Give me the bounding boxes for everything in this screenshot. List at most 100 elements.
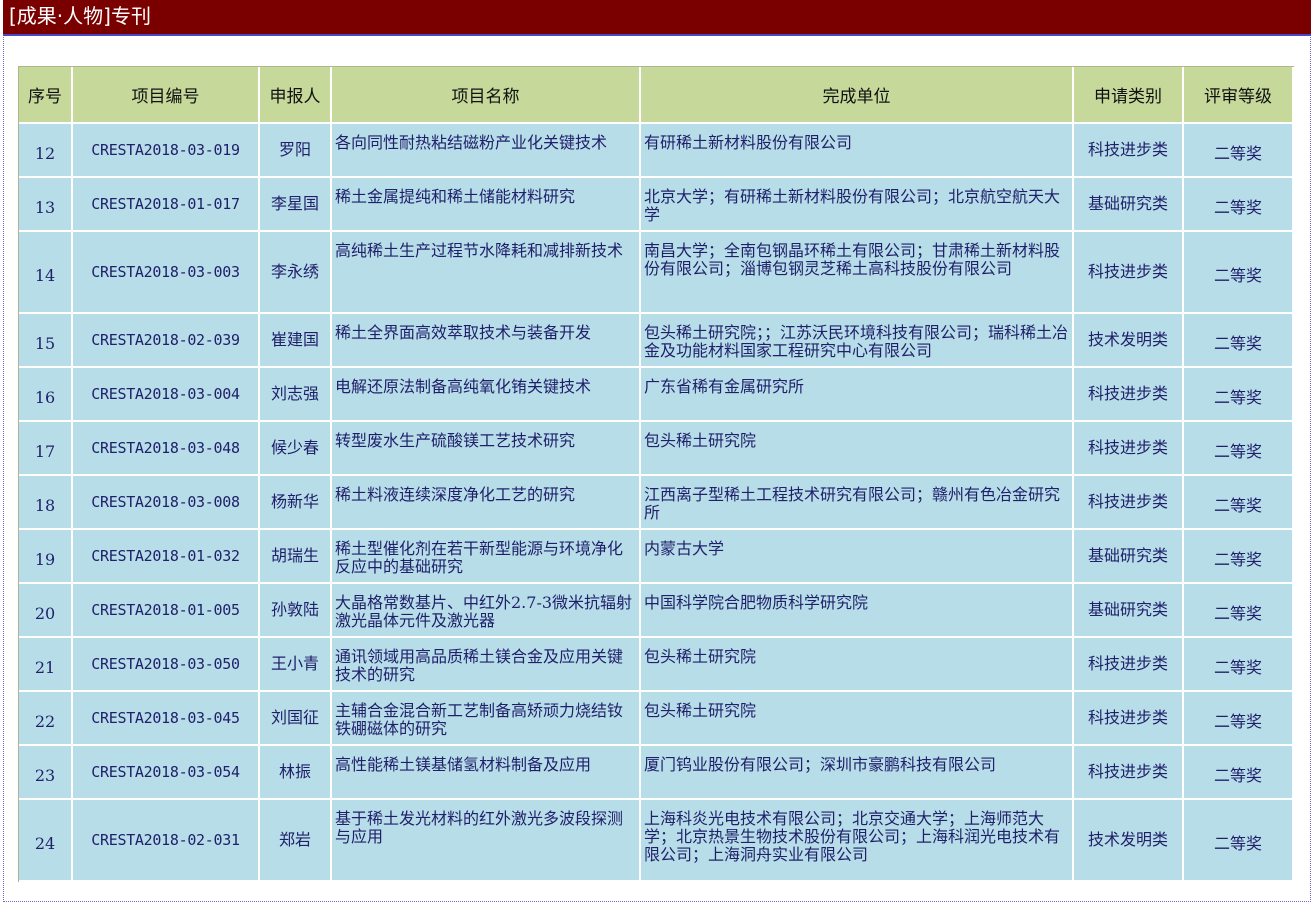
- completing-units: 中国科学院合肥物质科学研究院: [640, 583, 1074, 638]
- project-code: CRESTA2018-02-039: [72, 313, 260, 368]
- applicant: 郑岩: [259, 799, 332, 882]
- column-header: 申报人: [259, 67, 332, 124]
- project-name: 转型废水生产硫酸镁工艺技术研究: [331, 421, 641, 476]
- award-level: 二等奖: [1183, 583, 1294, 638]
- row-index: 23: [19, 745, 73, 800]
- applicant: 胡瑞生: [259, 529, 332, 584]
- applicant: 李星国: [259, 177, 332, 232]
- project-name: 基于稀土发光材料的红外激光多波段探测与应用: [331, 799, 641, 882]
- award-level: 二等奖: [1183, 231, 1294, 314]
- application-category: 科技进步类: [1073, 367, 1184, 422]
- applicant: 刘志强: [259, 367, 332, 422]
- table-row: 17 CRESTA2018-03-048 候少春 转型废水生产硫酸镁工艺技术研究 包头稀…: [19, 421, 1294, 476]
- table-row: 12 CRESTA2018-03-019 罗阳 各向同性耐热粘结磁粉产业化关键技术 有研…: [19, 123, 1294, 178]
- project-code: CRESTA2018-01-017: [72, 177, 260, 232]
- project-name: 大晶格常数基片、中红外2.7-3微米抗辐射激光晶体元件及激光器: [331, 583, 641, 638]
- completing-units: 北京大学；有研稀土新材料股份有限公司；北京航空航天大学: [640, 177, 1074, 232]
- application-category: 科技进步类: [1073, 421, 1184, 476]
- project-name: 稀土型催化剂在若干新型能源与环境净化反应中的基础研究: [331, 529, 641, 584]
- table-row: 13 CRESTA2018-01-017 李星国 稀土金属提纯和稀土储能材料研究 北京大…: [19, 177, 1294, 232]
- project-name: 通讯领域用高品质稀土镁合金及应用关键技术的研究: [331, 637, 641, 692]
- completing-units: 有研稀土新材料股份有限公司: [640, 123, 1074, 178]
- completing-units: 江西离子型稀土工程技术研究有限公司；赣州有色冶金研究所: [640, 475, 1074, 530]
- row-index: 20: [19, 583, 73, 638]
- table-row: 16 CRESTA2018-03-004 刘志强 电解还原法制备高纯氧化铕关键技术 广东…: [19, 367, 1294, 422]
- column-header: 项目名称: [331, 67, 641, 124]
- project-code: CRESTA2018-03-008: [72, 475, 260, 530]
- applicant: 李永绣: [259, 231, 332, 314]
- applicant: 林振: [259, 745, 332, 800]
- completing-units: 上海科炎光电技术有限公司；北京交通大学；上海师范大学；北京热景生物技术股份有限公…: [640, 799, 1074, 882]
- application-category: 科技进步类: [1073, 637, 1184, 692]
- application-category: 基础研究类: [1073, 583, 1184, 638]
- application-category: 科技进步类: [1073, 123, 1184, 178]
- table-row: 18 CRESTA2018-03-008 杨新华 稀土料液连续深度净化工艺的研究 江西离…: [19, 475, 1294, 530]
- project-name: 各向同性耐热粘结磁粉产业化关键技术: [331, 123, 641, 178]
- applicant: 罗阳: [259, 123, 332, 178]
- table-row: 24 CRESTA2018-02-031 郑岩 基于稀土发光材料的红外激光多波段探测与…: [19, 799, 1294, 882]
- application-category: 技术发明类: [1073, 799, 1184, 882]
- table-row: 20 CRESTA2018-01-005 孙敦陆 大晶格常数基片、中红外2.7-3微米…: [19, 583, 1294, 638]
- completing-units: 包头稀土研究院: [640, 691, 1074, 746]
- completing-units: 厦门钨业股份有限公司；深圳市豪鹏科技有限公司: [640, 745, 1074, 800]
- table-row: 22 CRESTA2018-03-045 刘国征 主辅合金混合新工艺制备高矫顽力烧结钕…: [19, 691, 1294, 746]
- table-row: 21 CRESTA2018-03-050 王小青 通讯领域用高品质稀土镁合金及应用关键…: [19, 637, 1294, 692]
- row-index: 17: [19, 421, 73, 476]
- row-index: 22: [19, 691, 73, 746]
- application-category: 科技进步类: [1073, 231, 1184, 314]
- application-category: 科技进步类: [1073, 745, 1184, 800]
- project-code: CRESTA2018-01-032: [72, 529, 260, 584]
- project-name: 主辅合金混合新工艺制备高矫顽力烧结钕铁硼磁体的研究: [331, 691, 641, 746]
- table-row: 23 CRESTA2018-03-054 林振 高性能稀土镁基储氢材料制备及应用 厦门钨…: [19, 745, 1294, 800]
- award-level: 二等奖: [1183, 367, 1294, 422]
- applicant: 崔建国: [259, 313, 332, 368]
- project-code: CRESTA2018-03-004: [72, 367, 260, 422]
- applicant: 王小青: [259, 637, 332, 692]
- applicant: 杨新华: [259, 475, 332, 530]
- application-category: 技术发明类: [1073, 313, 1184, 368]
- applicant: 孙敦陆: [259, 583, 332, 638]
- award-level: 二等奖: [1183, 123, 1294, 178]
- completing-units: 内蒙古大学: [640, 529, 1074, 584]
- table-row: 15 CRESTA2018-02-039 崔建国 稀土全界面高效萃取技术与装备开发 包头…: [19, 313, 1294, 368]
- completing-units: 包头稀土研究院；；江苏沃民环境科技有限公司；瑞科稀土冶金及功能材料国家工程研究中…: [640, 313, 1074, 368]
- row-index: 19: [19, 529, 73, 584]
- row-index: 13: [19, 177, 73, 232]
- completing-units: 包头稀土研究院: [640, 421, 1074, 476]
- award-level: 二等奖: [1183, 637, 1294, 692]
- awards-table: 序号 项目编号 申报人 项目名称 完成单位 申请类别 评审等级 12 CRESTA…: [19, 67, 1294, 882]
- project-code: CRESTA2018-02-031: [72, 799, 260, 882]
- project-code: CRESTA2018-03-003: [72, 231, 260, 314]
- project-name: 稀土全界面高效萃取技术与装备开发: [331, 313, 641, 368]
- project-code: CRESTA2018-03-054: [72, 745, 260, 800]
- table-row: 14 CRESTA2018-03-003 李永绣 高纯稀土生产过程节水降耗和减排新技术…: [19, 231, 1294, 314]
- award-level: 二等奖: [1183, 691, 1294, 746]
- project-name: 稀土料液连续深度净化工艺的研究: [331, 475, 641, 530]
- award-level: 二等奖: [1183, 177, 1294, 232]
- row-index: 21: [19, 637, 73, 692]
- row-index: 24: [19, 799, 73, 882]
- completing-units: 南昌大学；全南包钢晶环稀土有限公司；甘肃稀土新材料股份有限公司；淄博包钢灵芝稀土…: [640, 231, 1074, 314]
- column-header: 项目编号: [72, 67, 260, 124]
- column-header: 序号: [19, 67, 73, 124]
- column-header: 评审等级: [1183, 67, 1294, 124]
- table-header-row: 序号 项目编号 申报人 项目名称 完成单位 申请类别 评审等级: [19, 67, 1294, 124]
- award-level: 二等奖: [1183, 421, 1294, 476]
- project-code: CRESTA2018-03-048: [72, 421, 260, 476]
- row-index: 12: [19, 123, 73, 178]
- column-header: 完成单位: [640, 67, 1074, 124]
- application-category: 基础研究类: [1073, 529, 1184, 584]
- applicant: 刘国征: [259, 691, 332, 746]
- project-code: CRESTA2018-03-019: [72, 123, 260, 178]
- project-code: CRESTA2018-03-050: [72, 637, 260, 692]
- project-code: CRESTA2018-01-005: [72, 583, 260, 638]
- award-level: 二等奖: [1183, 529, 1294, 584]
- application-category: 科技进步类: [1073, 475, 1184, 530]
- award-level: 二等奖: [1183, 313, 1294, 368]
- page-title: [成果·人物]专刊: [9, 4, 151, 28]
- row-index: 14: [19, 231, 73, 314]
- award-level: 二等奖: [1183, 799, 1294, 882]
- column-header: 申请类别: [1073, 67, 1184, 124]
- row-index: 15: [19, 313, 73, 368]
- completing-units: 广东省稀有金属研究所: [640, 367, 1074, 422]
